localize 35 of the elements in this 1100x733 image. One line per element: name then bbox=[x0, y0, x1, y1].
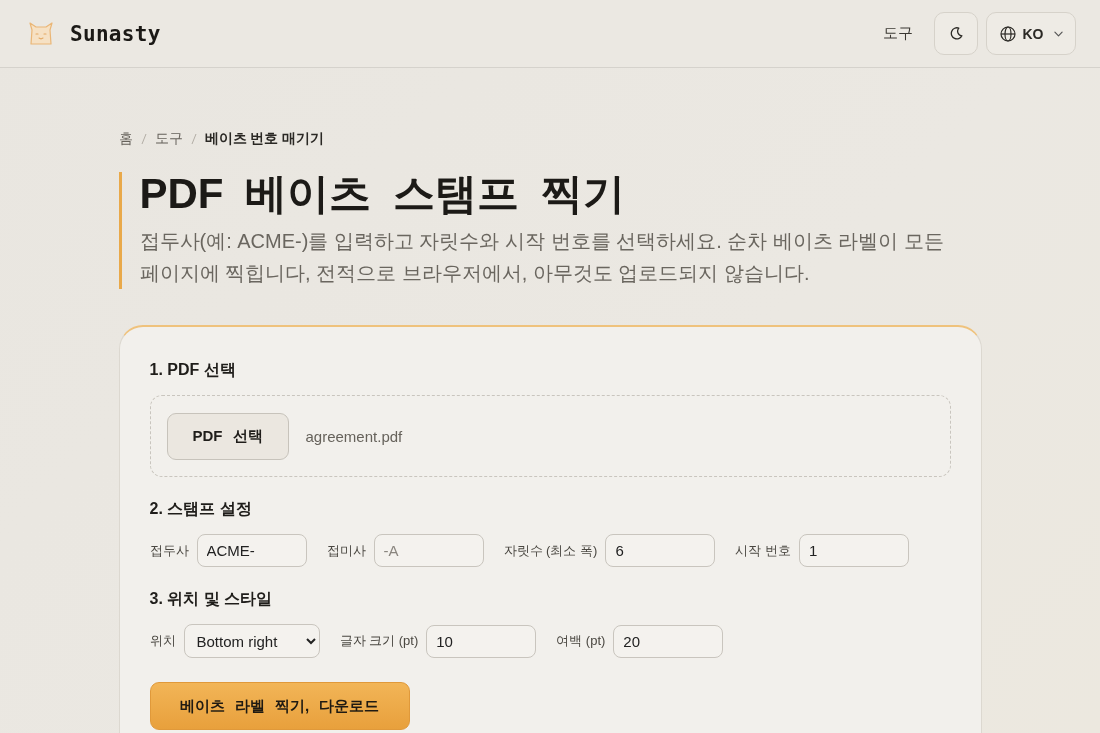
page-title: PDF 베이츠 스탬프 찍기 bbox=[139, 172, 626, 216]
page-description: 접두사(예: ACME-)를 입력하고 자릿수와 시작 번호를 선택하세요. 순차 베이츠 라벨이 모든 페이지에 찍힙니다, 전적으로 브라우저에서, 아무것도 업로드되지 않습니다. bbox=[139, 229, 945, 286]
language-button[interactable]: KO bbox=[986, 12, 1076, 55]
field-label: 접두사 bbox=[149, 541, 189, 560]
field-label: 시작 번호 bbox=[735, 541, 791, 560]
chevron-down-icon bbox=[1053, 30, 1063, 37]
breadcrumb-link[interactable]: 도구 bbox=[154, 130, 183, 148]
section-heading: 2. 스탬프 설정 bbox=[149, 499, 253, 519]
file-drop-zone[interactable]: PDF 선택 agreement.pdf bbox=[149, 395, 951, 477]
field-label: 위치 bbox=[149, 632, 176, 650]
breadcrumb-separator-icon bbox=[190, 133, 197, 145]
field-label: 글자 크기 (pt) bbox=[339, 632, 419, 650]
input-field[interactable]: ACME- bbox=[196, 534, 307, 567]
input-field[interactable]: 6 bbox=[605, 534, 716, 567]
tools-link[interactable]: 도구 bbox=[883, 24, 913, 43]
input-field[interactable]: -A bbox=[373, 534, 484, 567]
input-field[interactable]: 20 bbox=[613, 624, 724, 658]
moon-icon bbox=[949, 27, 963, 40]
file-name: agreement.pdf bbox=[305, 427, 403, 445]
field-label: 접미사 bbox=[326, 541, 366, 560]
section-heading: 3. 위치 및 스타일 bbox=[149, 589, 274, 609]
breadcrumb-separator-icon bbox=[140, 133, 147, 145]
breadcrumb-current: 베이츠 번호 매기기 bbox=[204, 130, 325, 148]
section-heading: 1. PDF 선택 bbox=[149, 360, 237, 380]
breadcrumb-link[interactable]: 홈 bbox=[118, 130, 133, 148]
choose-pdf-button[interactable]: PDF 선택 bbox=[166, 412, 289, 460]
dropdown-select[interactable]: Bottom right bbox=[183, 624, 320, 658]
field-label: 자릿수 (최소 폭) bbox=[503, 541, 598, 560]
input-field[interactable]: 10 bbox=[426, 624, 537, 658]
field-label: 여백 (pt) bbox=[556, 632, 606, 650]
brand-name[interactable]: Sunasty bbox=[70, 21, 161, 46]
theme-toggle-button[interactable] bbox=[934, 12, 978, 55]
input-field[interactable]: 1 bbox=[799, 534, 909, 567]
stamp-download-button[interactable]: 베이츠 라벨 찍기, 다운로드 bbox=[149, 682, 410, 730]
globe-icon bbox=[999, 25, 1016, 42]
